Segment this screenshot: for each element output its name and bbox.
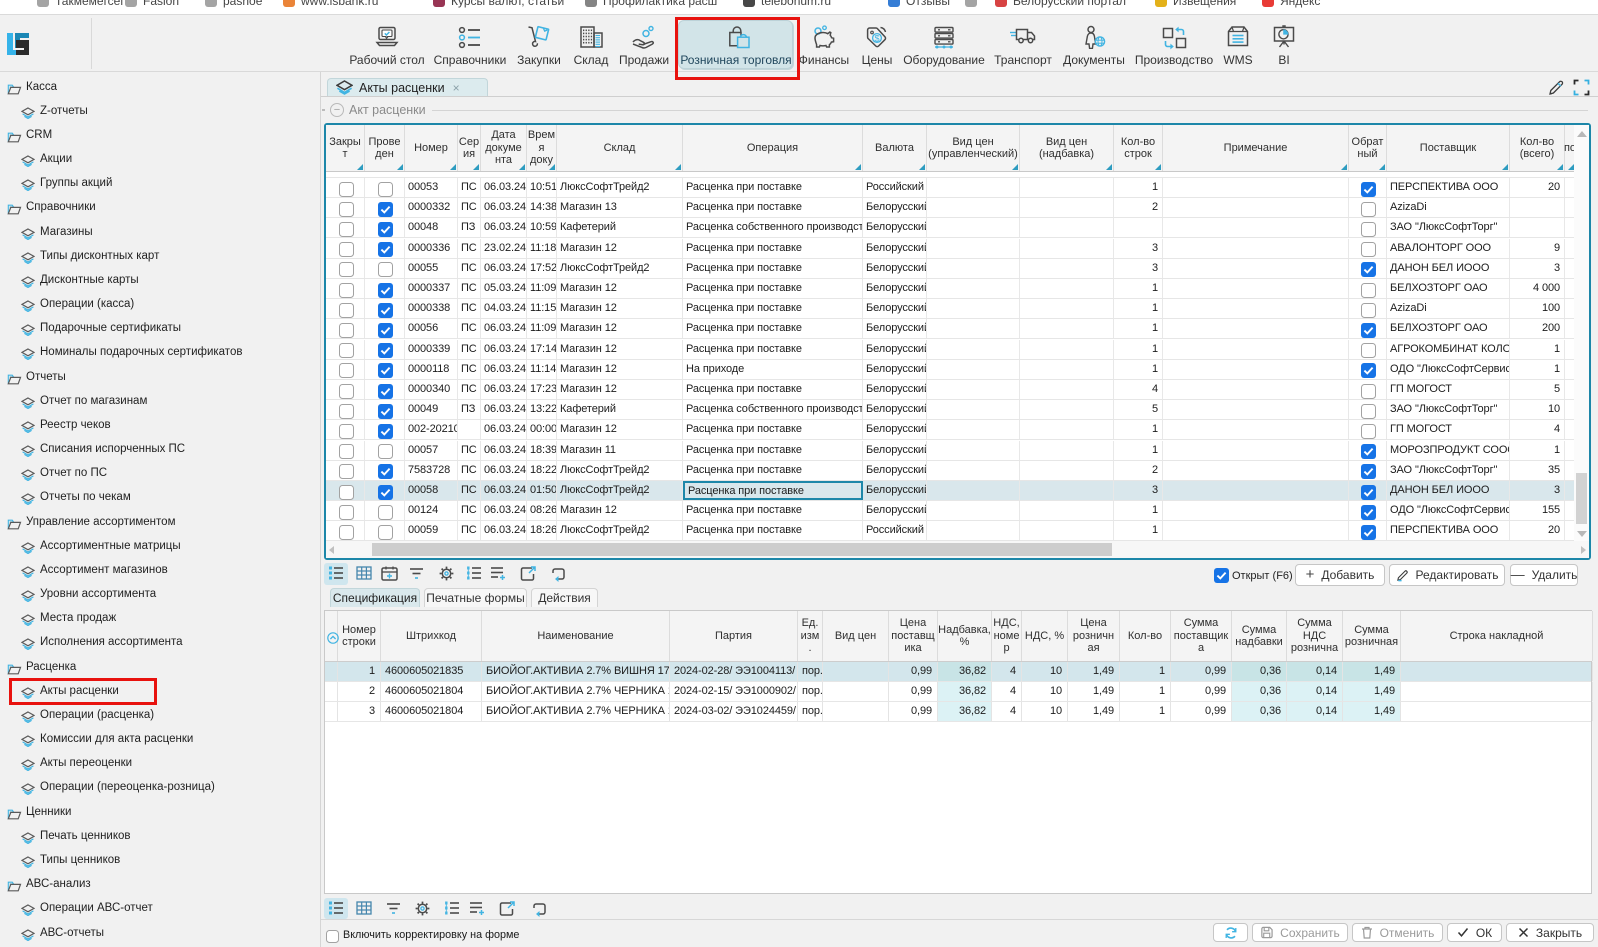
svg-text:$: $ <box>874 33 879 43</box>
